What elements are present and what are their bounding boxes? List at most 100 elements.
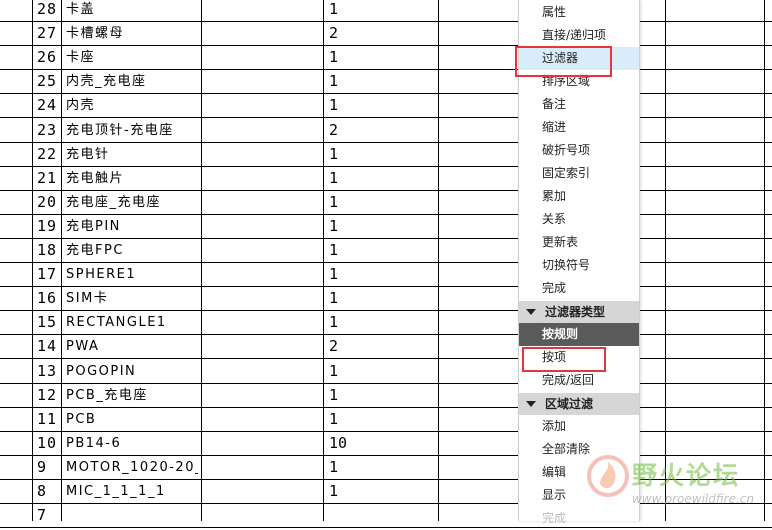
menu-item[interactable]: 直接/递归项 [519, 24, 639, 47]
collapse-triangle-icon [526, 401, 536, 407]
row-qty: 1 [329, 144, 339, 163]
table-row: 10 PB14-6 10 [0, 432, 772, 456]
row-qty: 1 [329, 313, 339, 332]
row-qty: 1 [329, 457, 339, 476]
table-row: 11 PCB 1 [0, 408, 772, 432]
row-index: 13 [37, 361, 58, 380]
menu-item[interactable]: 固定索引 [519, 162, 639, 185]
table-row: 17 SPHERE1 1 [0, 263, 772, 288]
row-qty: 1 [329, 265, 339, 284]
row-name: 充电顶针-充电座 [66, 122, 174, 138]
table-row: 28 卡盖 1 [0, 0, 772, 22]
collapse-triangle-icon [526, 309, 536, 315]
menu-item[interactable]: 完成 [519, 277, 639, 300]
table-row: 19 充电PIN 1 [0, 215, 772, 239]
menu-item[interactable]: 关系 [519, 208, 639, 231]
row-qty: 2 [329, 24, 339, 43]
table-row: 7 [0, 504, 772, 529]
table-row: 13 POGOPIN 1 [0, 360, 772, 384]
row-qty: 1 [329, 48, 339, 67]
table-row: 18 充电FPC 1 [0, 239, 772, 263]
row-name: 充电针 [66, 146, 110, 162]
menu-item[interactable]: 添加 [519, 415, 639, 438]
section-title: 区域过滤 [545, 397, 594, 411]
row-index: 7 [37, 506, 48, 525]
table-row: 16 SIM卡 1 [0, 287, 772, 312]
row-name: RECTANGLE1 [66, 315, 167, 331]
row-name: PCB_充电座 [66, 387, 148, 403]
table-row: 22 充电针 1 [0, 143, 772, 167]
row-qty: 1 [329, 0, 339, 18]
row-qty: 2 [329, 337, 339, 356]
menu-item[interactable]: 更新表 [519, 231, 639, 254]
menu-item[interactable]: 过滤器 [519, 47, 639, 70]
row-qty: 1 [329, 361, 339, 380]
row-index: 15 [37, 313, 58, 332]
table-row: 15 RECTANGLE1 1 [0, 311, 772, 336]
section-title: 过滤器类型 [545, 305, 606, 319]
row-qty: 10 [329, 433, 348, 452]
row-index: 19 [37, 216, 58, 235]
menu-item[interactable]: 按规则 [519, 323, 639, 346]
row-name: 充电座_充电座 [66, 194, 162, 210]
row-qty: 1 [329, 409, 339, 428]
row-name: 内壳_充电座 [66, 74, 147, 90]
row-name [66, 504, 198, 527]
section-filter-type[interactable]: 过滤器类型 [519, 301, 639, 323]
row-qty [329, 504, 374, 527]
row-name: PCB [66, 411, 97, 427]
row-index: 16 [37, 289, 58, 308]
menu-item[interactable]: 备注 [519, 93, 639, 116]
table-row: 8 MIC_1_1_1_1 1 [0, 480, 772, 504]
row-name: MIC_1_1_1_1 [66, 484, 166, 499]
row-qty: 1 [329, 96, 339, 115]
table-row: 23 充电顶针-充电座 2 [0, 119, 772, 143]
table-menu-panel: 属性 直接/递归项 过滤器 排序区域 备注 缩进 破折号项 固定索引 累加 关系 更新表 切换符号 完成… [518, 0, 640, 525]
row-name: MOTOR_1020-20_4_1_2 [66, 459, 198, 475]
table-row: 21 充电触片 1 [0, 167, 772, 191]
row-index: 21 [37, 168, 58, 187]
row-index: 11 [37, 409, 58, 428]
row-name: 充电FPC [66, 243, 124, 258]
menu-item[interactable]: 编辑 [519, 461, 639, 484]
menu-item[interactable]: 缩进 [519, 116, 639, 139]
row-qty: 2 [329, 120, 339, 139]
table-row: 24 内壳 1 [0, 94, 772, 119]
row-qty: 1 [329, 385, 339, 404]
row-qty: 1 [329, 72, 339, 91]
row-name: 卡座 [66, 50, 96, 66]
row-index: 23 [37, 120, 58, 139]
bom-table: 28 卡盖 1 27 卡槽螺母 2 26 卡座 1 25 内壳_充电座 1 24 内壳 1 23 充电顶针-充电… [0, 0, 772, 529]
menu-item[interactable]: 属性 [519, 1, 639, 24]
menu-item[interactable]: 累加 [519, 185, 639, 208]
row-name: 卡盖 [66, 2, 96, 17]
row-index: 10 [37, 433, 58, 452]
table-row: 14 PWA 2 [0, 335, 772, 360]
section-region-filter[interactable]: 区域过滤 [519, 393, 639, 415]
row-name: POGOPIN [66, 363, 137, 379]
menu-item[interactable]: 完成/返回 [519, 369, 639, 392]
row-name: 充电PIN [66, 218, 121, 234]
row-index: 27 [37, 24, 58, 43]
row-qty: 1 [329, 482, 339, 500]
menu-item[interactable]: 全部清除 [519, 438, 639, 461]
menu-item[interactable]: 切换符号 [519, 254, 639, 277]
row-index: 24 [37, 96, 58, 115]
table-row: 27 卡槽螺母 2 [0, 22, 772, 47]
row-index: 26 [37, 48, 58, 67]
row-index: 14 [37, 337, 58, 356]
menu-item[interactable]: 显示 [519, 484, 639, 507]
menu-item[interactable]: 破折号项 [519, 139, 639, 162]
table-row: 25 内壳_充电座 1 [0, 70, 772, 95]
row-name: 卡槽螺母 [66, 26, 125, 42]
row-index: 22 [37, 144, 58, 163]
row-name: 内壳 [66, 98, 96, 114]
menu-item[interactable]: 排序区域 [519, 70, 639, 93]
menu-item[interactable]: 完成 [519, 507, 639, 530]
table-row: 9 MOTOR_1020-20_4_1_2 1 [0, 456, 772, 480]
row-name: SPHERE1 [66, 267, 137, 283]
table-row: 12 PCB_充电座 1 [0, 384, 772, 408]
row-qty: 1 [329, 289, 339, 308]
menu-item[interactable]: 按项 [519, 346, 639, 369]
row-qty: 1 [329, 168, 339, 187]
